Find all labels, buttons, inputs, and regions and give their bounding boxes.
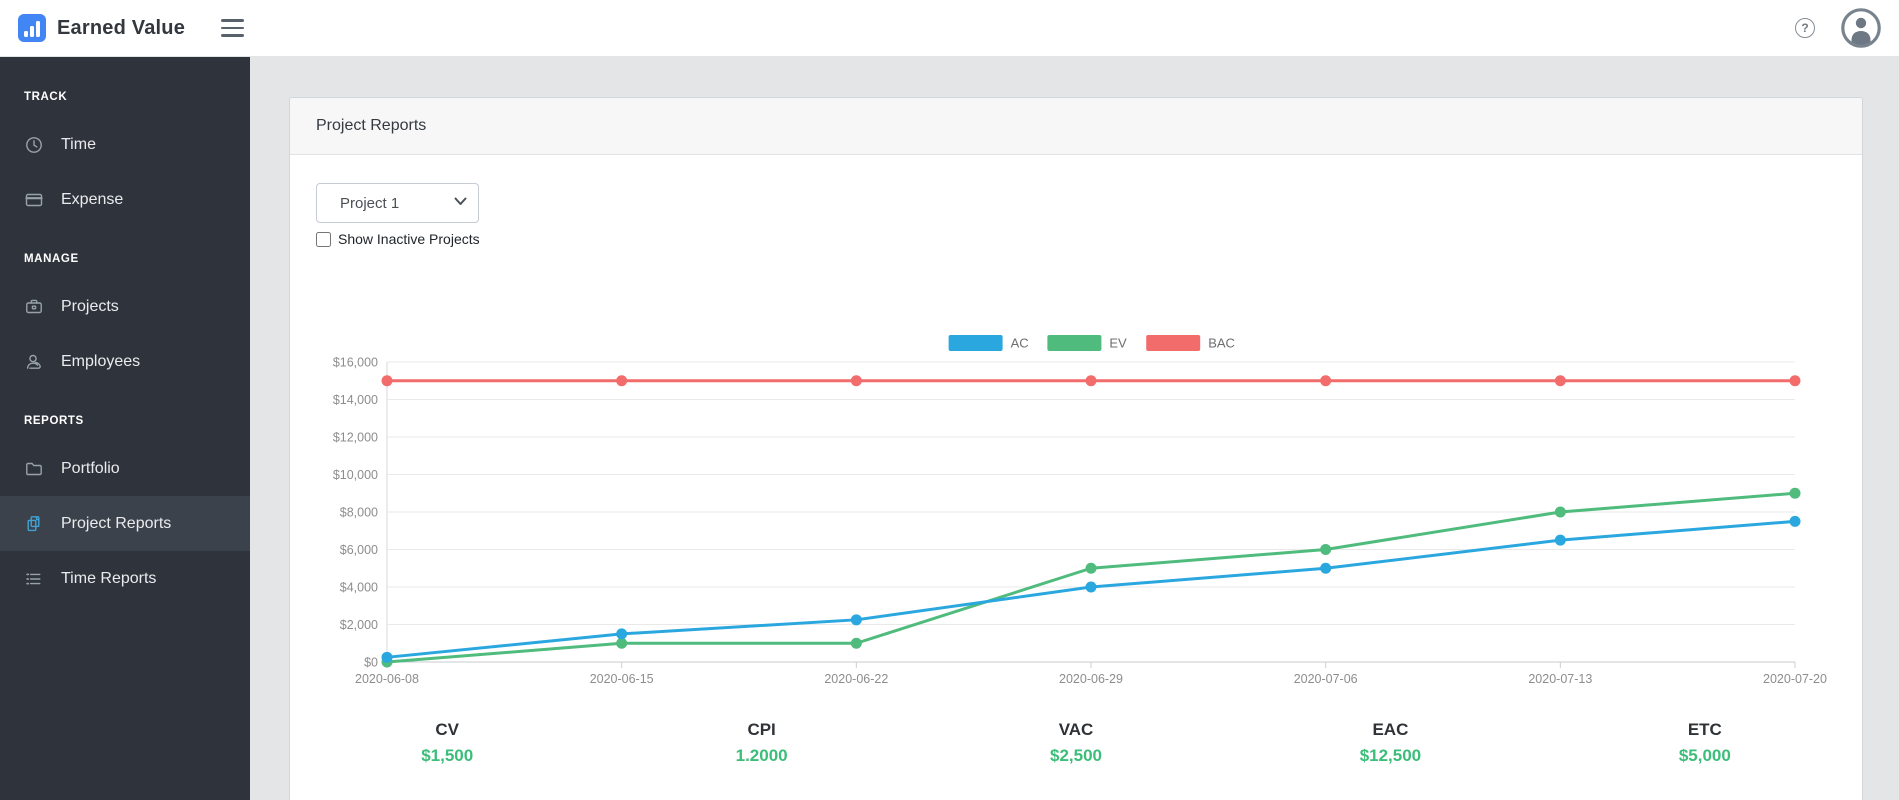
- data-point-AC[interactable]: [1085, 581, 1097, 593]
- briefcase-icon: [24, 297, 44, 317]
- card-icon: [24, 190, 44, 210]
- help-icon[interactable]: ?: [1795, 18, 1815, 38]
- data-point-EV[interactable]: [1320, 544, 1332, 555]
- project-select[interactable]: Project 1: [316, 183, 479, 223]
- data-point-BAC[interactable]: [381, 375, 393, 387]
- sidebar-heading-track: TRACK: [24, 91, 68, 103]
- sidebar-item-label: Portfolio: [61, 459, 120, 477]
- svg-text:2020-07-06: 2020-07-06: [1294, 672, 1358, 686]
- app-logo-icon: [18, 14, 46, 42]
- sidebar-item-label: Projects: [61, 297, 119, 315]
- data-point-EV[interactable]: [616, 637, 628, 649]
- data-point-EV[interactable]: [850, 637, 862, 649]
- main-content: Project Reports Project 1 Show Inactive …: [250, 57, 1899, 800]
- stats-row: CV $1,500 CPI 1.2000 VAC $2,500 EAC $12,500 ETC $…: [290, 720, 1862, 800]
- stat-label: VAC: [1058, 720, 1094, 739]
- sidebar-item-projects[interactable]: Projects: [0, 279, 250, 334]
- stat-label: CPI: [747, 720, 776, 739]
- data-point-EV[interactable]: [1554, 506, 1566, 518]
- stat-value: $12,500: [1359, 746, 1422, 765]
- data-point-BAC[interactable]: [1320, 375, 1332, 387]
- data-point-AC[interactable]: [1320, 562, 1332, 574]
- svg-text:BAC: BAC: [1208, 336, 1235, 351]
- data-point-EV[interactable]: [1085, 562, 1097, 574]
- svg-text:$10,000: $10,000: [333, 468, 378, 482]
- line-chart: $0 $2,000 $4,000 $6,000 $8,000 $10,000 $12,000…: [333, 335, 1827, 686]
- data-point-BAC[interactable]: [1789, 375, 1801, 387]
- svg-text:$4,000: $4,000: [340, 581, 378, 595]
- show-inactive-label[interactable]: Show Inactive Projects: [338, 231, 480, 247]
- sidebar-item-portfolio[interactable]: Portfolio: [0, 441, 250, 496]
- data-point-AC[interactable]: [850, 614, 862, 626]
- data-point-AC[interactable]: [1554, 534, 1566, 546]
- data-point-AC[interactable]: [616, 628, 628, 640]
- svg-text:2020-06-08: 2020-06-08: [355, 672, 419, 686]
- folder-icon: [24, 459, 44, 479]
- sidebar-heading-reports: REPORTS: [24, 415, 84, 427]
- app-brand[interactable]: Earned Value: [18, 14, 185, 42]
- sidebar-heading-manage: MANAGE: [24, 253, 79, 265]
- card-title: Project Reports: [290, 98, 1862, 155]
- stat-cpi: CPI 1.2000: [604, 720, 918, 766]
- legend-item-AC[interactable]: AC: [948, 335, 1029, 351]
- app-title: Earned Value: [57, 16, 186, 39]
- data-point-BAC[interactable]: [616, 375, 628, 387]
- legend-item-BAC[interactable]: BAC: [1146, 335, 1235, 351]
- stat-value: $1,500: [421, 746, 474, 765]
- data-point-AC[interactable]: [381, 651, 393, 663]
- stat-eac: EAC $12,500: [1233, 720, 1547, 766]
- data-point-EV[interactable]: [1789, 487, 1801, 499]
- data-point-AC[interactable]: [1789, 515, 1801, 527]
- svg-text:2020-06-15: 2020-06-15: [590, 672, 654, 686]
- user-avatar[interactable]: [1841, 8, 1881, 48]
- svg-text:$0: $0: [364, 656, 378, 670]
- sidebar-item-project-reports[interactable]: Project Reports: [0, 496, 250, 551]
- sidebar-item-employees[interactable]: Employees: [0, 334, 250, 389]
- project-reports-card: Project Reports Project 1 Show Inactive …: [289, 97, 1863, 800]
- hamburger-menu-icon[interactable]: [217, 15, 248, 41]
- person-icon: [24, 352, 44, 372]
- svg-text:$16,000: $16,000: [333, 356, 378, 370]
- svg-text:$14,000: $14,000: [333, 393, 378, 407]
- stat-label: ETC: [1687, 720, 1722, 739]
- sidebar-item-label: Project Reports: [61, 514, 172, 532]
- legend-item-EV[interactable]: EV: [1047, 335, 1127, 351]
- clock-icon: [24, 135, 44, 155]
- earned-value-chart: $0 $2,000 $4,000 $6,000 $8,000 $10,000 $12,000…: [290, 329, 1862, 694]
- list-icon: [24, 569, 44, 589]
- svg-text:2020-06-29: 2020-06-29: [1059, 672, 1123, 686]
- sidebar-item-label: Employees: [61, 352, 141, 370]
- sidebar: TRACK Time Expense MANAGE Projects Employees R…: [0, 57, 250, 800]
- stat-cv: CV $1,500: [290, 720, 604, 766]
- stat-value: $2,500: [1050, 746, 1103, 765]
- copy-icon: [24, 514, 44, 534]
- sidebar-item-expense[interactable]: Expense: [0, 172, 250, 227]
- svg-text:EV: EV: [1109, 336, 1127, 351]
- user-avatar-icon: [1841, 8, 1881, 48]
- svg-text:$2,000: $2,000: [340, 618, 378, 632]
- svg-text:2020-07-13: 2020-07-13: [1528, 672, 1592, 686]
- top-navbar: Earned Value ?: [0, 0, 1899, 57]
- show-inactive-checkbox[interactable]: [316, 231, 331, 247]
- data-point-BAC[interactable]: [1554, 375, 1566, 387]
- svg-text:$8,000: $8,000: [340, 506, 378, 520]
- data-point-BAC[interactable]: [1085, 375, 1097, 387]
- stat-value: $5,000: [1678, 746, 1731, 765]
- svg-text:$6,000: $6,000: [340, 543, 378, 557]
- svg-text:2020-06-22: 2020-06-22: [824, 672, 888, 686]
- stat-etc: ETC $5,000: [1548, 720, 1862, 766]
- data-point-BAC[interactable]: [850, 375, 862, 387]
- stat-vac: VAC $2,500: [919, 720, 1233, 766]
- stat-value: 1.2000: [735, 746, 788, 765]
- stat-label: CV: [435, 720, 460, 739]
- sidebar-item-label: Time Reports: [61, 569, 157, 587]
- stat-label: EAC: [1372, 720, 1409, 739]
- svg-text:AC: AC: [1011, 336, 1029, 351]
- sidebar-item-label: Time: [61, 135, 96, 153]
- sidebar-item-label: Expense: [61, 190, 124, 208]
- svg-text:$12,000: $12,000: [333, 431, 378, 445]
- sidebar-item-time-reports[interactable]: Time Reports: [0, 551, 250, 606]
- sidebar-item-time[interactable]: Time: [0, 117, 250, 172]
- svg-text:2020-07-20: 2020-07-20: [1763, 672, 1827, 686]
